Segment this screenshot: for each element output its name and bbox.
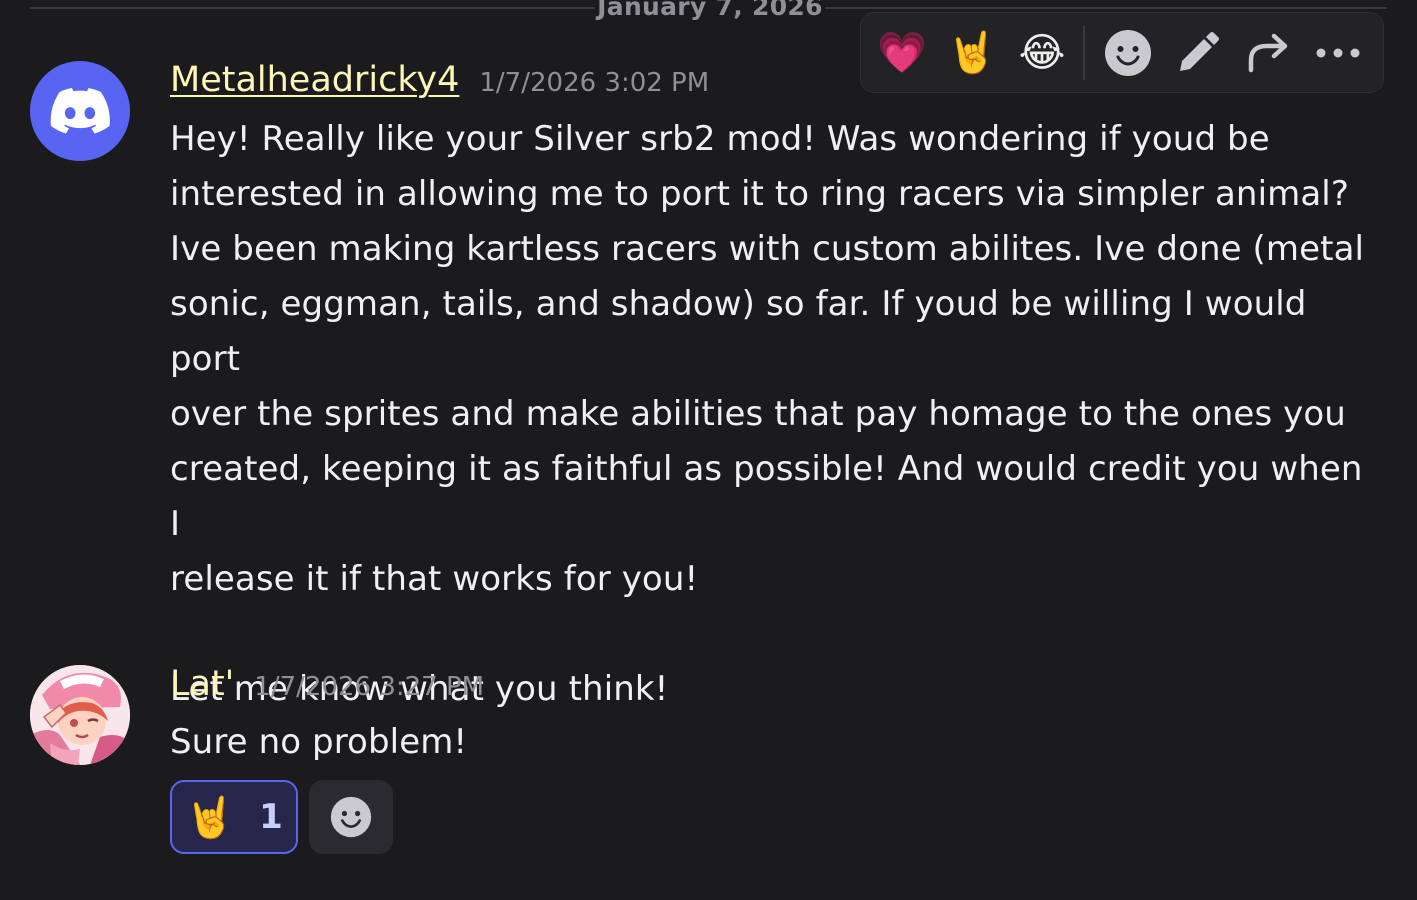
timestamp: 1/7/2026 3:02 PM <box>479 68 710 98</box>
username[interactable]: Metalheadricky4 <box>170 60 459 100</box>
chat-view: January 7, 2026 Metalheadricky4 1/7/2026… <box>0 0 1417 900</box>
more-icon <box>1316 48 1360 57</box>
date-divider-label: January 7, 2026 <box>597 0 823 21</box>
add-reaction-button[interactable] <box>1097 22 1159 84</box>
avatar[interactable] <box>30 61 130 161</box>
edit-icon <box>1180 31 1219 71</box>
forward-button[interactable] <box>1237 22 1299 84</box>
add-reaction-icon <box>1105 29 1151 76</box>
message-actions-toolbar: 💗 🤘 😂 <box>860 12 1384 93</box>
user-avatar-icon <box>30 665 130 765</box>
quick-reaction-heart[interactable]: 💗 <box>871 22 933 84</box>
reaction-count: 1 <box>259 797 283 837</box>
timestamp: 1/7/2026 3:27 PM <box>254 672 485 702</box>
message-header: Metalheadricky4 1/7/2026 3:02 PM <box>170 60 709 100</box>
reaction-metal[interactable]: 🤘 1 <box>170 780 298 854</box>
add-reaction-icon <box>330 796 372 838</box>
add-reaction-button[interactable] <box>309 780 393 854</box>
discord-logo-icon <box>50 88 110 134</box>
message-content: Sure no problem! <box>170 722 468 762</box>
divider-line-right <box>825 7 1387 9</box>
quick-reaction-metal[interactable]: 🤘 <box>941 22 1003 84</box>
divider-line-left <box>30 7 595 9</box>
avatar[interactable] <box>30 665 130 765</box>
metal-emoji: 🤘 <box>185 794 236 841</box>
forward-icon <box>1248 33 1288 72</box>
more-options-button[interactable] <box>1307 22 1369 84</box>
message-content: Hey! Really like your Silver srb2 mod! W… <box>170 119 1365 709</box>
edit-button[interactable] <box>1167 22 1229 84</box>
username[interactable]: Lat' <box>170 664 234 704</box>
reactions-bar: 🤘 1 <box>170 780 393 854</box>
quick-reaction-joy[interactable]: 😂 <box>1011 22 1073 84</box>
toolbar-separator <box>1083 25 1085 80</box>
message-header: Lat' 1/7/2026 3:27 PM <box>170 664 484 704</box>
